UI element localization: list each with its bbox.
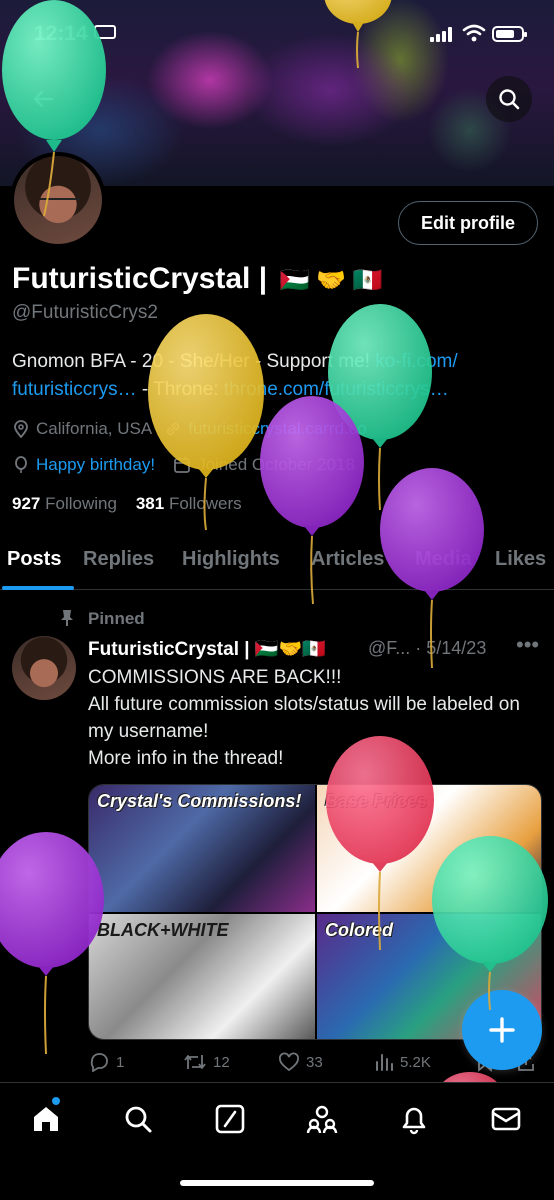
retweet-icon [184,1055,206,1069]
profile-meta-row-1: California, USA futuristiccrystal.carrd.… [12,419,367,439]
tweet-author-avatar[interactable] [12,636,76,700]
reply-icon [90,1053,108,1072]
home-indicator [180,1180,374,1186]
tab-articles[interactable]: Articles [311,548,384,571]
compose-icon [489,1017,515,1043]
profile-handle: @FuturisticCrys2 [12,302,158,323]
throne-link[interactable]: throne.com/futuristiccrys… [224,379,449,400]
tab-likes[interactable]: Likes [495,548,546,571]
views-icon [376,1054,393,1071]
profile-tabs: Posts Replies Highlights Articles Media … [0,536,554,590]
like-button[interactable]: 33 [278,1052,323,1072]
profile-meta-row-2: Happy birthday! Joined October 2018 [12,455,355,475]
birthday-link[interactable]: Happy birthday! [36,455,155,475]
media-image-2[interactable]: Base Prices [317,785,541,912]
cellular-signal-icon [430,26,456,42]
active-tab-indicator [2,586,74,590]
retweet-button[interactable]: 12 [183,1052,230,1072]
status-bar: 12:14 [0,0,554,64]
profile-website[interactable]: futuristiccrystal.carrd.co [188,419,367,439]
search-icon [499,89,520,110]
tab-replies[interactable]: Replies [83,548,154,571]
back-arrow-icon [33,90,54,108]
wifi-icon [462,24,486,42]
views-button[interactable]: 5.2K [374,1052,431,1072]
pinned-label: Pinned [88,609,145,628]
battery-icon [492,26,527,42]
profile-avatar[interactable] [10,152,106,248]
status-time: 12:14 [34,22,88,45]
sleep-mode-icon [94,25,116,39]
explore-icon[interactable] [122,1103,154,1135]
tweet-author-name[interactable]: FuturisticCrystal | 🇵🇸🤝🇲🇽 [88,637,326,661]
media-image-3[interactable]: BLACK+WHITE [89,914,315,1039]
edit-profile-button[interactable]: Edit profile [398,201,538,245]
profile-joined: Joined October 2018 [197,455,355,474]
tab-highlights[interactable]: Highlights [182,548,280,571]
tweet-text: COMMISSIONS ARE BACK!!! All future commi… [88,667,520,769]
like-icon [279,1052,299,1072]
reply-button[interactable]: 1 [88,1052,124,1072]
balloon-icon [15,456,27,473]
pin-icon [61,610,73,626]
location-icon [14,420,28,438]
followers-link[interactable]: 381 Followers [136,494,242,513]
home-unread-dot [52,1097,60,1105]
media-image-1[interactable]: Crystal's Commissions! [89,785,315,912]
communities-icon[interactable] [306,1103,338,1135]
tweet-handle-date: @F... · 5/14/23 [368,638,487,658]
follow-stats: 927 Following 381 Followers [12,494,242,514]
tweet-author-emojis: 🇵🇸🤝🇲🇽 [254,639,326,660]
calendar-icon [174,457,190,473]
profile-location: California, USA [36,419,153,438]
notifications-icon[interactable] [398,1103,430,1135]
link-icon [167,422,180,436]
back-button[interactable] [20,76,66,122]
profile-display-name: FuturisticCrystal | 🇵🇸 🤝 🇲🇽 [12,262,383,295]
search-button[interactable] [486,76,532,122]
tab-media[interactable]: Media [415,548,472,571]
home-icon[interactable] [30,1103,62,1135]
profile-bio: Gnomon BFA - 20 - She/Her - Support me! … [12,351,458,400]
messages-icon[interactable] [490,1103,522,1135]
tab-posts[interactable]: Posts [7,548,61,571]
compose-button[interactable] [462,990,542,1070]
more-options-icon[interactable]: ••• [516,632,539,658]
name-emojis: 🇵🇸 🤝 🇲🇽 [279,267,383,294]
following-link[interactable]: 927 Following [12,494,117,513]
balloon-green-2 [328,304,432,511]
grok-icon[interactable] [214,1103,246,1135]
